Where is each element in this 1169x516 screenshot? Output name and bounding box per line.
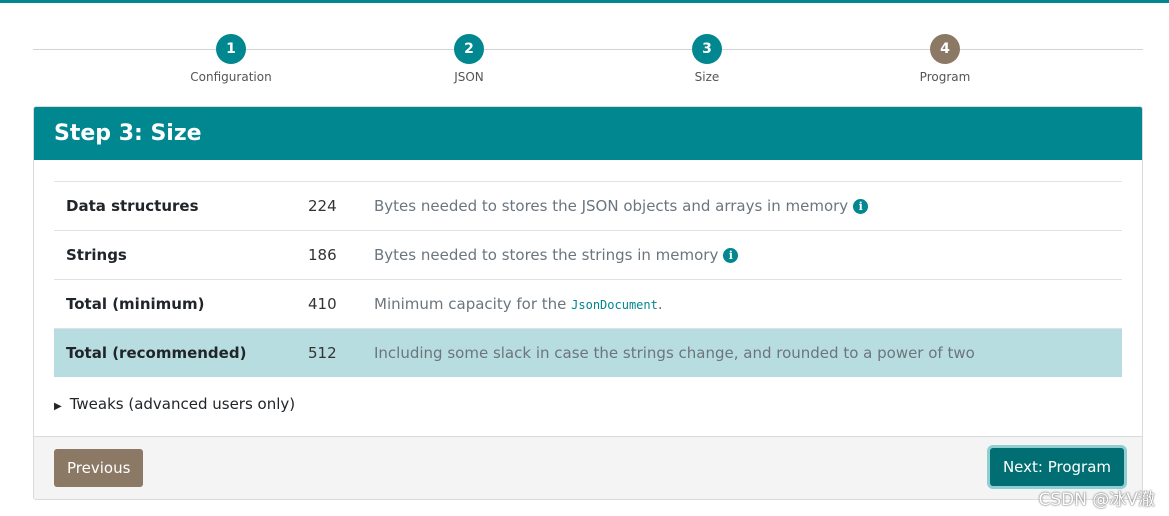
table-row: Strings 186 Bytes needed to stores the s… bbox=[54, 230, 1122, 280]
watermark: CSDN @冰V澈 bbox=[1038, 490, 1155, 510]
size-table: Data structures 224 Bytes needed to stor… bbox=[54, 181, 1122, 377]
card-footer: Previous Next: Program bbox=[34, 436, 1142, 499]
row-value: 410 bbox=[306, 279, 374, 329]
row-description-text: Bytes needed to stores the strings in me… bbox=[374, 246, 719, 264]
row-label: Data structures bbox=[54, 181, 306, 231]
tweaks-toggle[interactable]: ▶ Tweaks (advanced users only) bbox=[54, 395, 295, 413]
step-program[interactable]: 4 Program bbox=[875, 34, 1015, 84]
card-title: Step 3: Size bbox=[34, 107, 1142, 160]
row-label: Total (minimum) bbox=[54, 279, 306, 329]
step-size[interactable]: 3 Size bbox=[637, 34, 777, 84]
row-description: Bytes needed to stores the JSON objects … bbox=[374, 181, 1122, 231]
row-description: Minimum capacity for the JsonDocument. bbox=[374, 279, 1122, 329]
row-label: Strings bbox=[54, 230, 306, 280]
info-icon[interactable]: i bbox=[853, 199, 869, 214]
top-accent-bar bbox=[0, 0, 1169, 3]
row-description-text: Bytes needed to stores the JSON objects … bbox=[374, 197, 849, 215]
size-card: Step 3: Size Data structures 224 Bytes n… bbox=[33, 106, 1143, 500]
row-description: Bytes needed to stores the strings in me… bbox=[374, 230, 1122, 280]
row-label: Total (recommended) bbox=[54, 328, 306, 377]
step-label: JSON bbox=[454, 70, 484, 84]
row-description-prefix: Minimum capacity for the bbox=[374, 295, 572, 313]
step-label: Configuration bbox=[190, 70, 272, 84]
step-label: Program bbox=[919, 70, 971, 84]
step-number: 4 bbox=[930, 34, 960, 64]
step-number: 1 bbox=[216, 34, 246, 64]
step-configuration[interactable]: 1 Configuration bbox=[161, 34, 301, 84]
table-row: Total (minimum) 410 Minimum capacity for… bbox=[54, 279, 1122, 329]
row-description-suffix: . bbox=[657, 295, 663, 313]
row-value: 186 bbox=[306, 230, 374, 280]
table-row-recommended: Total (recommended) 512 Including some s… bbox=[54, 328, 1122, 377]
triangle-right-icon: ▶ bbox=[54, 401, 62, 412]
row-value: 224 bbox=[306, 181, 374, 231]
tweaks-label: Tweaks (advanced users only) bbox=[69, 395, 296, 413]
step-json[interactable]: 2 JSON bbox=[399, 34, 539, 84]
step-number: 3 bbox=[692, 34, 722, 64]
row-description: Including some slack in case the strings… bbox=[374, 328, 1122, 377]
row-value: 512 bbox=[306, 328, 374, 377]
step-label: Size bbox=[694, 70, 720, 84]
json-document-code: JsonDocument bbox=[571, 298, 658, 312]
info-icon[interactable]: i bbox=[723, 248, 739, 263]
previous-button[interactable]: Previous bbox=[54, 449, 144, 487]
step-number: 2 bbox=[454, 34, 484, 64]
wizard-stepper: 1 Configuration 2 JSON 3 Size 4 Program bbox=[33, 34, 1143, 94]
next-program-button[interactable]: Next: Program bbox=[989, 448, 1124, 486]
table-row: Data structures 224 Bytes needed to stor… bbox=[54, 181, 1122, 231]
